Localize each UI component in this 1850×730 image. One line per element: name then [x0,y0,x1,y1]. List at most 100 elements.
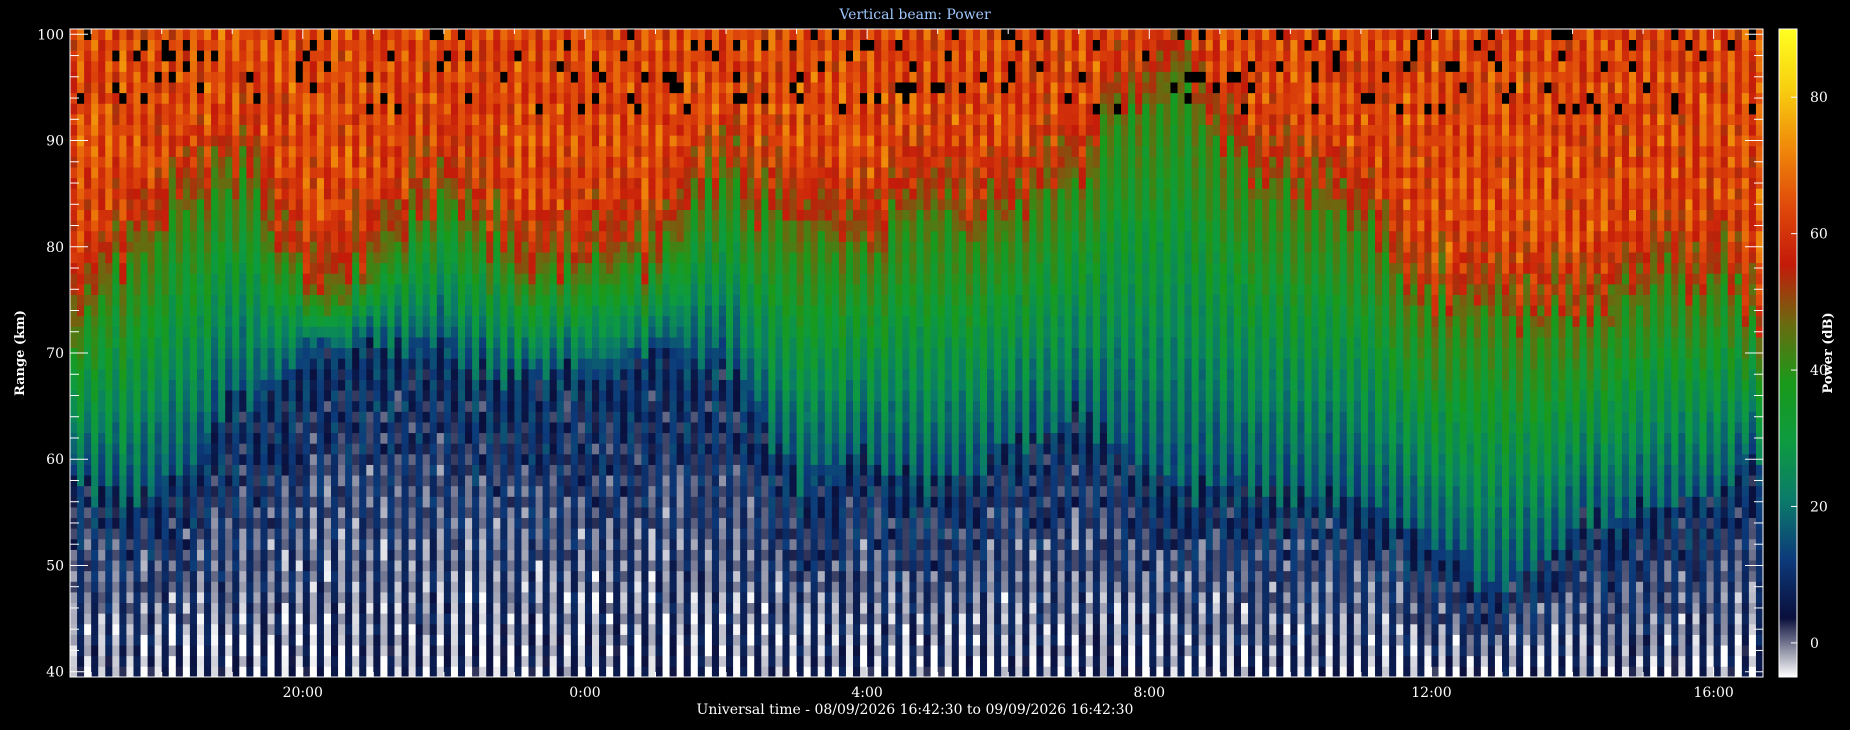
heatmap-cell [112,549,120,561]
heatmap-cell [401,113,409,125]
heatmap-cell [542,29,551,41]
heatmap-cell [387,39,395,51]
heatmap-cell [556,198,565,210]
heatmap-cell [281,305,290,317]
heatmap-cell [359,305,367,317]
heatmap-cell [620,283,628,295]
heatmap-cell [168,177,177,189]
heatmap-cell [246,549,254,561]
heatmap-cell [253,592,261,604]
heatmap-cell [211,50,219,62]
heatmap-cell [204,528,212,540]
heatmap-cell [309,422,318,434]
heatmap-cell [380,92,388,104]
heatmap-cell [204,623,212,635]
heatmap-cell [204,379,212,391]
heatmap-cell [126,549,134,561]
heatmap-cell [140,230,148,242]
heatmap-cell [288,528,297,540]
heatmap-cell [260,92,268,104]
heatmap-cell [366,82,374,94]
heatmap-cell [352,549,360,561]
heatmap-cell [514,92,522,104]
heatmap-cell [154,71,163,83]
heatmap-cell [182,103,191,115]
heatmap-cell [535,294,544,306]
heatmap-cell [345,167,353,179]
heatmap-cell [295,443,304,455]
heatmap-cell [507,262,515,274]
heatmap-cell [281,252,290,264]
heatmap-cell [366,411,374,423]
heatmap-cell [147,337,156,349]
heatmap-cell [267,305,275,317]
heatmap-cell [429,666,438,678]
heatmap-cell [429,655,438,667]
heatmap-cell [592,592,600,604]
heatmap-cell [232,549,240,561]
heatmap-cell [563,124,572,136]
heatmap-cell [429,517,438,529]
heatmap-cell [577,92,586,104]
heatmap-cell [331,305,339,317]
heatmap-cell [225,570,233,582]
heatmap-cell [373,634,381,646]
heatmap-cell [281,634,290,646]
heatmap-cell [239,262,247,274]
heatmap-cell [323,464,332,476]
heatmap-cell [606,209,614,221]
heatmap-cell [98,602,106,614]
heatmap-cell [105,315,113,327]
heatmap-cell [472,220,480,232]
heatmap-cell [168,368,177,380]
heatmap-cell [133,549,141,561]
heatmap-cell [450,623,459,635]
heatmap-cell [175,581,184,593]
heatmap-cell [570,464,579,476]
heatmap-cell [168,273,177,285]
heatmap-cell [570,422,579,434]
heatmap-cell [380,50,388,62]
heatmap-cell [613,113,621,125]
heatmap-cell [175,283,184,295]
heatmap-cell [211,315,219,327]
heatmap-cell [98,273,106,285]
heatmap-cell [133,305,141,317]
heatmap-cell [140,50,148,62]
heatmap-cell [500,60,508,72]
heatmap-cell [521,528,529,540]
heatmap-cell [634,358,642,370]
heatmap-cell [77,145,85,157]
heatmap-cell [309,305,318,317]
heatmap-cell [528,82,536,94]
heatmap-cell [309,347,318,359]
heatmap-cell [472,283,480,295]
heatmap-cell [189,113,198,125]
heatmap-cell [232,347,240,359]
heatmap-cell [246,262,254,274]
heatmap-cell [189,453,198,465]
heatmap-cell [232,453,240,465]
heatmap-cell [401,655,409,667]
heatmap-cell [528,560,536,572]
heatmap-cell [323,570,332,582]
heatmap-cell [345,538,353,550]
heatmap-cell [105,92,113,104]
heatmap-cell [521,103,529,115]
heatmap-cell [408,39,417,51]
heatmap-cell [352,145,360,157]
heatmap-cell [401,496,409,508]
heatmap-cell [472,485,480,497]
heatmap-cell [84,602,92,614]
heatmap-cell [119,167,127,179]
heatmap-cell [584,156,593,168]
heatmap-cell [613,602,621,614]
heatmap-cell [563,326,572,338]
heatmap-cell [331,432,339,444]
heatmap-cell [154,347,163,359]
heatmap-cell [91,315,99,327]
heatmap-cell [218,39,226,51]
heatmap-cell [401,283,409,295]
heatmap-cell [84,124,92,136]
heatmap-cell [288,422,297,434]
